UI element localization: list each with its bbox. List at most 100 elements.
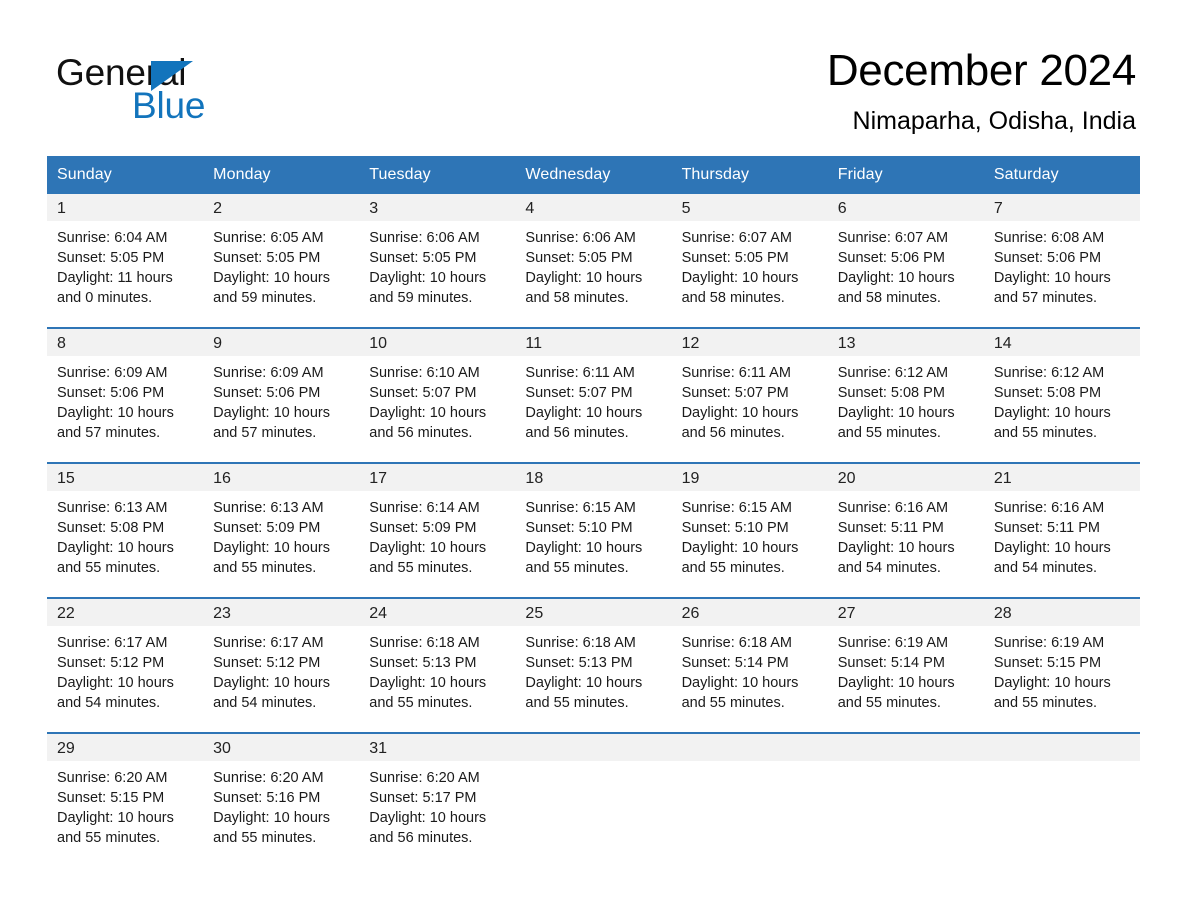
day-number: 29 [57,740,75,757]
daylight-text-line1: Daylight: 10 hours [525,540,643,556]
daylight-text-line1: Daylight: 10 hours [57,675,174,691]
sunrise-text: Sunrise: 6:15 AM [525,500,636,516]
daylight-text-line1: Daylight: 10 hours [57,405,174,421]
calendar-body: 1 Sunrise: 6:04 AM Sunset: 5:05 PM Daylight… [47,194,1140,867]
day-number: 8 [57,335,66,352]
day-cell[interactable]: 12 Sunrise: 6:11 AM Sunset: 5:07 PM Dayligh… [671,327,828,463]
sunset-text: Sunset: 5:06 PM [213,385,321,401]
daylight-text-line2: and 55 minutes. [369,560,473,576]
day-cell[interactable]: 29 Sunrise: 6:20 AM Sunset: 5:15 PM Dayligh… [47,732,204,867]
day-number: 26 [681,605,700,622]
day-cell[interactable]: 18 Sunrise: 6:15 AM Sunset: 5:10 PM Dayligh… [515,462,672,598]
day-cell[interactable]: 1 Sunrise: 6:04 AM Sunset: 5:05 PM Daylight… [47,194,204,328]
daylight-text-line2: and 55 minutes. [57,830,161,846]
sunset-text: Sunset: 5:11 PM [837,520,944,536]
sunrise-text: Sunrise: 6:15 AM [681,500,792,516]
sunset-text: Sunset: 5:08 PM [57,520,165,536]
day-cell[interactable]: 20 Sunrise: 6:16 AM Sunset: 5:11 PM Dayligh… [827,462,984,598]
day-cell[interactable]: 23 Sunrise: 6:17 AM Sunset: 5:12 PM Dayligh… [203,597,360,733]
sunrise-text: Sunrise: 6:08 AM [993,230,1105,246]
daylight-text-line1: Daylight: 11 hours [57,270,173,286]
day-cell[interactable]: 17 Sunrise: 6:14 AM Sunset: 5:09 PM Dayligh… [359,462,516,598]
day-cell[interactable]: 8 Sunrise: 6:09 AM Sunset: 5:06 PM Daylight… [47,327,204,463]
sunrise-text: Sunrise: 6:07 AM [837,230,949,246]
sunset-text: Sunset: 5:07 PM [681,385,789,401]
day-cell[interactable]: 26 Sunrise: 6:18 AM Sunset: 5:14 PM Dayligh… [671,597,828,733]
sunset-text: Sunset: 5:15 PM [993,655,1102,671]
sunset-text: Sunset: 5:05 PM [213,250,321,266]
sunrise-text: Sunrise: 6:16 AM [993,500,1105,516]
sunrise-text: Sunrise: 6:13 AM [57,500,168,516]
daylight-text-line1: Daylight: 10 hours [369,675,487,691]
day-cell[interactable]: 28 Sunrise: 6:19 AM Sunset: 5:15 PM Dayligh… [983,597,1140,733]
day-cell-empty [671,732,828,867]
daylight-text-line2: and 55 minutes. [525,560,629,576]
day-cell[interactable]: 14 Sunrise: 6:12 AM Sunset: 5:08 PM Dayligh… [983,327,1140,463]
day-number: 31 [369,740,388,757]
day-cell[interactable]: 30 Sunrise: 6:20 AM Sunset: 5:16 PM Dayligh… [203,732,360,867]
daylight-text-line2: and 56 minutes. [681,425,785,441]
sunrise-text: Sunrise: 6:06 AM [525,230,636,246]
daylight-text-line2: and 55 minutes. [993,425,1098,441]
day-number: 21 [993,470,1012,487]
sunset-text: Sunset: 5:08 PM [837,385,945,401]
day-cell[interactable]: 7 Sunrise: 6:08 AM Sunset: 5:06 PM Daylight… [983,194,1140,328]
sunset-text: Sunset: 5:05 PM [681,250,789,266]
day-number: 7 [993,200,1003,217]
day-number: 5 [681,200,691,217]
week-row: 22 Sunrise: 6:17 AM Sunset: 5:12 PM Dayligh… [47,597,1140,733]
daylight-text-line2: and 58 minutes. [837,290,941,306]
daylight-text-line2: and 54 minutes. [213,695,317,711]
daylight-text-line1: Daylight: 10 hours [525,405,643,421]
daylight-text-line1: Daylight: 10 hours [993,675,1111,691]
day-cell[interactable]: 6 Sunrise: 6:07 AM Sunset: 5:06 PM Daylight… [827,194,984,328]
daylight-text-line2: and 0 minutes. [57,290,153,306]
day-cell[interactable]: 10 Sunrise: 6:10 AM Sunset: 5:07 PM Dayligh… [359,327,516,463]
weekday-header-row: Sunday Monday Tuesday Wednesday Thursday… [47,156,1140,194]
daylight-text-line1: Daylight: 10 hours [213,540,331,556]
sunrise-text: Sunrise: 6:06 AM [369,230,480,246]
day-number: 23 [213,605,231,622]
sunrise-text: Sunrise: 6:10 AM [369,365,480,381]
sunset-text: Sunset: 5:14 PM [681,655,789,671]
daylight-text-line1: Daylight: 10 hours [57,540,174,556]
day-cell[interactable]: 4 Sunrise: 6:06 AM Sunset: 5:05 PM Daylight… [515,194,672,328]
day-cell[interactable]: 15 Sunrise: 6:13 AM Sunset: 5:08 PM Dayligh… [47,462,204,598]
day-cell[interactable]: 31 Sunrise: 6:20 AM Sunset: 5:17 PM Dayligh… [359,732,516,867]
day-cell[interactable]: 11 Sunrise: 6:11 AM Sunset: 5:07 PM Dayligh… [515,327,672,463]
day-cell[interactable]: 22 Sunrise: 6:17 AM Sunset: 5:12 PM Dayligh… [47,597,204,733]
daylight-text-line2: and 56 minutes. [525,425,629,441]
sunrise-text: Sunrise: 6:18 AM [525,635,636,651]
sunset-text: Sunset: 5:09 PM [369,520,477,536]
day-cell[interactable]: 9 Sunrise: 6:09 AM Sunset: 5:06 PM Daylight… [203,327,360,463]
sunset-text: Sunset: 5:05 PM [369,250,477,266]
daylight-text-line2: and 56 minutes. [369,425,473,441]
day-cell[interactable]: 13 Sunrise: 6:12 AM Sunset: 5:08 PM Dayligh… [827,327,984,463]
sunrise-text: Sunrise: 6:13 AM [213,500,324,516]
weekday-header-saturday: Saturday [983,156,1140,194]
sunset-text: Sunset: 5:08 PM [993,385,1102,401]
daylight-text-line1: Daylight: 10 hours [993,405,1111,421]
day-cell[interactable]: 24 Sunrise: 6:18 AM Sunset: 5:13 PM Dayligh… [359,597,516,733]
day-cell[interactable]: 3 Sunrise: 6:06 AM Sunset: 5:05 PM Daylight… [359,194,516,328]
day-cell[interactable]: 16 Sunrise: 6:13 AM Sunset: 5:09 PM Dayligh… [203,462,360,598]
day-cell[interactable]: 19 Sunrise: 6:15 AM Sunset: 5:10 PM Dayligh… [671,462,828,598]
sunset-text: Sunset: 5:12 PM [57,655,165,671]
day-number: 12 [681,335,700,352]
daylight-text-line1: Daylight: 10 hours [525,675,643,691]
generalblue-logo[interactable]: General Blue [56,52,386,132]
day-cell[interactable]: 27 Sunrise: 6:19 AM Sunset: 5:14 PM Dayligh… [827,597,984,733]
daylight-text-line1: Daylight: 10 hours [837,270,955,286]
day-number: 18 [525,470,544,487]
day-number: 27 [837,605,856,622]
day-cell[interactable]: 21 Sunrise: 6:16 AM Sunset: 5:11 PM Dayligh… [983,462,1140,598]
sunset-text: Sunset: 5:16 PM [213,790,321,806]
daylight-text-line2: and 54 minutes. [57,695,161,711]
day-cell[interactable]: 25 Sunrise: 6:18 AM Sunset: 5:13 PM Dayligh… [515,597,672,733]
daylight-text-line2: and 57 minutes. [57,425,161,441]
day-cell[interactable]: 5 Sunrise: 6:07 AM Sunset: 5:05 PM Daylight… [671,194,828,328]
day-cell[interactable]: 2 Sunrise: 6:05 AM Sunset: 5:05 PM Daylight… [203,194,360,328]
daylight-text-line1: Daylight: 10 hours [213,270,331,286]
daylight-text-line2: and 55 minutes. [681,560,785,576]
day-cell-empty [827,732,984,867]
